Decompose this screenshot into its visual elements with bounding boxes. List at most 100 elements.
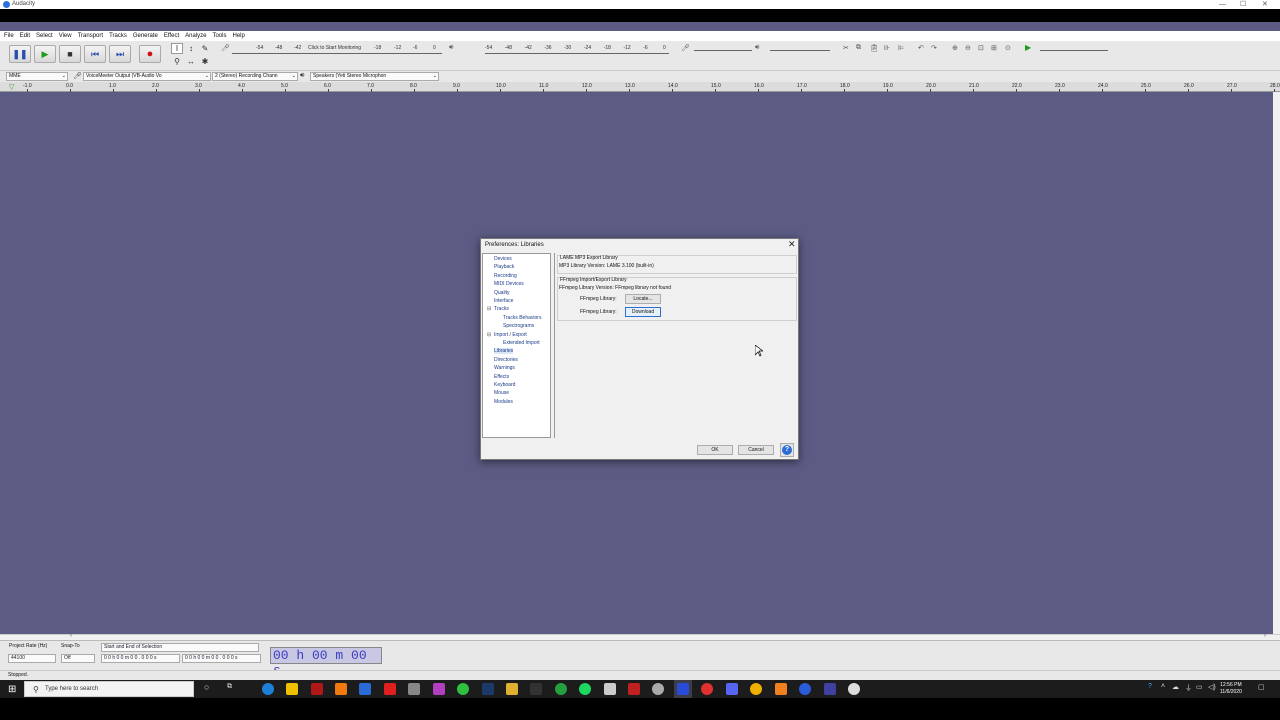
selection-end-time[interactable]: 0 0 h 0 0 m 0 0 . 0 0 0 s xyxy=(182,654,261,663)
scroll-left-icon[interactable]: ‹ xyxy=(70,633,72,639)
pause-button[interactable]: ❚❚ xyxy=(9,45,31,63)
tree-item-keyboard[interactable]: Keyboard xyxy=(494,382,515,388)
skip-to-start-button[interactable]: ⏮ xyxy=(84,45,106,63)
close-window-icon[interactable]: ✕ xyxy=(1262,0,1268,9)
taskbar-search-box[interactable]: ⚲ Type here to search xyxy=(24,681,194,697)
tree-item-quality[interactable]: Quality xyxy=(494,290,510,296)
record-meter-mic-icon[interactable]: 🎤︎ xyxy=(221,44,230,52)
tree-item-import-export[interactable]: Import / Export xyxy=(494,332,527,338)
tree-item-recording[interactable]: Recording xyxy=(494,273,517,279)
menu-item-tools[interactable]: Tools xyxy=(212,31,226,41)
tree-item-interface[interactable]: Interface xyxy=(494,298,513,304)
envelope-tool-icon[interactable]: ↕ xyxy=(185,43,197,54)
clock-app-icon[interactable] xyxy=(848,683,860,695)
file-explorer-icon[interactable] xyxy=(506,683,518,695)
app-icon-orange[interactable] xyxy=(775,683,787,695)
record-button[interactable]: ● xyxy=(139,45,161,63)
click-to-start-monitoring[interactable]: Click to Start Monitoring xyxy=(308,45,361,51)
cut-icon[interactable]: ✂ xyxy=(843,44,849,52)
zoom-tool-icon[interactable]: ⚲ xyxy=(171,56,183,67)
snap-to-select[interactable]: Off xyxy=(61,654,95,663)
undo-icon[interactable]: ↶ xyxy=(918,44,924,52)
steam-icon[interactable] xyxy=(482,683,494,695)
menu-item-file[interactable]: File xyxy=(4,31,14,41)
minimize-icon[interactable]: — xyxy=(1219,0,1226,9)
play-speed-slider[interactable] xyxy=(1040,50,1108,51)
app-icon-blue[interactable] xyxy=(359,683,371,695)
app-icon-green-2[interactable] xyxy=(555,683,567,695)
tree-item-libraries[interactable]: Libraries xyxy=(494,348,514,355)
scroll-right-icon[interactable]: › xyxy=(1264,633,1266,639)
zoom-out-icon[interactable]: ⊖ xyxy=(965,44,971,52)
spotify-icon[interactable] xyxy=(579,683,591,695)
stop-button[interactable]: ■ xyxy=(59,45,81,63)
audacity-taskbar-icon[interactable] xyxy=(677,683,689,695)
tree-item-playback[interactable]: Playback xyxy=(494,264,514,270)
audio-host-select[interactable]: MME ⌄ xyxy=(6,72,68,81)
tree-expander-icon[interactable]: ⊟ xyxy=(487,332,491,338)
vertical-scrollbar[interactable] xyxy=(1273,92,1280,634)
app-icon-red-3[interactable] xyxy=(701,683,713,695)
app-icon-blue-2[interactable] xyxy=(799,683,811,695)
tree-item-devices[interactable]: Devices xyxy=(494,256,512,262)
menu-item-transport[interactable]: Transport xyxy=(78,31,103,41)
fit-selection-icon[interactable]: ⊡ xyxy=(978,44,984,52)
taskbar-clock[interactable]: 12:56 PM 11/6/2020 xyxy=(1220,682,1242,696)
draw-tool-icon[interactable]: ✎ xyxy=(199,43,211,54)
task-view-icon[interactable]: ⧉ xyxy=(227,683,232,691)
paste-icon[interactable]: 📋︎ xyxy=(870,44,879,52)
download-button[interactable]: Download xyxy=(625,307,661,317)
app-icon-red-2[interactable] xyxy=(628,683,640,695)
ok-button[interactable]: OK xyxy=(697,445,733,455)
tree-item-modules[interactable]: Modules xyxy=(494,399,513,405)
usb-icon[interactable]: ⏚ xyxy=(1185,683,1192,693)
cancel-button[interactable]: Cancel xyxy=(738,445,774,455)
cortana-icon[interactable]: ○ xyxy=(204,682,209,692)
recording-device-select[interactable]: VoiceMeeter Output (VB-Audio Vo ⌄ xyxy=(83,72,211,81)
discord-icon[interactable] xyxy=(726,683,738,695)
tree-item-extended-import[interactable]: Extended Import xyxy=(503,340,540,346)
app-icon-purple[interactable] xyxy=(433,683,445,695)
timeshift-tool-icon[interactable]: ↔ xyxy=(185,56,197,67)
camera-icon[interactable] xyxy=(604,683,616,695)
playback-volume-slider[interactable] xyxy=(770,50,830,51)
multi-tool-icon[interactable]: ✱ xyxy=(199,56,211,67)
recording-volume-slider[interactable] xyxy=(694,50,752,51)
audio-position-display[interactable]: 00 h 00 m 00 s xyxy=(270,647,382,678)
windows-start-icon[interactable]: ⊞ xyxy=(8,684,16,695)
volume-icon[interactable]: ◁) xyxy=(1208,683,1216,691)
vlc-icon[interactable] xyxy=(335,683,347,695)
tree-item-tracks[interactable]: Tracks xyxy=(494,306,509,312)
selection-start-time[interactable]: 0 0 h 0 0 m 0 0 . 0 0 0 s xyxy=(101,654,180,663)
tree-item-effects[interactable]: Effects xyxy=(494,374,509,380)
tree-item-directories[interactable]: Directories xyxy=(494,357,518,363)
app-icon-circle[interactable] xyxy=(652,683,664,695)
menu-item-tracks[interactable]: Tracks xyxy=(109,31,127,41)
menu-item-generate[interactable]: Generate xyxy=(133,31,158,41)
skip-to-end-button[interactable]: ⏭ xyxy=(109,45,131,63)
trim-icon[interactable]: ⊪ xyxy=(884,44,890,52)
app-icon-green[interactable] xyxy=(457,683,469,695)
menu-item-effect[interactable]: Effect xyxy=(164,31,179,41)
app-icon-indigo[interactable] xyxy=(824,683,836,695)
help-tray-icon[interactable]: ? xyxy=(1148,683,1152,690)
play-at-speed-icon[interactable]: ▶ xyxy=(1025,43,1031,52)
tree-item-spectrograms[interactable]: Spectrograms xyxy=(503,323,534,329)
tree-item-mouse[interactable]: Mouse xyxy=(494,390,509,396)
tree-item-midi-devices[interactable]: MIDI Devices xyxy=(494,281,524,287)
app-icon-grey[interactable] xyxy=(408,683,420,695)
chevron-up-icon[interactable]: ˄ xyxy=(1161,683,1165,690)
menu-item-view[interactable]: View xyxy=(59,31,72,41)
zoom-in-icon[interactable]: ⊕ xyxy=(952,44,958,52)
copy-icon[interactable]: ⧉ xyxy=(856,44,861,52)
timeline-ruler[interactable]: ▽ -1.0 0.0 1.0 2.0 3.0 4.0 5.0 6.0 7.0 8.0 9.0 10.0… xyxy=(0,82,1280,92)
project-rate-select[interactable]: 44100 xyxy=(8,654,56,663)
menu-item-help[interactable]: Help xyxy=(232,31,244,41)
selection-mode-select[interactable]: Start and End of Selection xyxy=(101,643,259,652)
menu-item-analyze[interactable]: Analyze xyxy=(185,31,206,41)
tree-item-tracks-behaviors[interactable]: Tracks Behaviors xyxy=(503,315,541,321)
play-meter-speaker-icon[interactable]: 🔊︎ xyxy=(449,44,453,52)
chrome-icon[interactable] xyxy=(750,683,762,695)
app-icon-dark[interactable] xyxy=(530,683,542,695)
edge-icon[interactable] xyxy=(262,683,274,695)
